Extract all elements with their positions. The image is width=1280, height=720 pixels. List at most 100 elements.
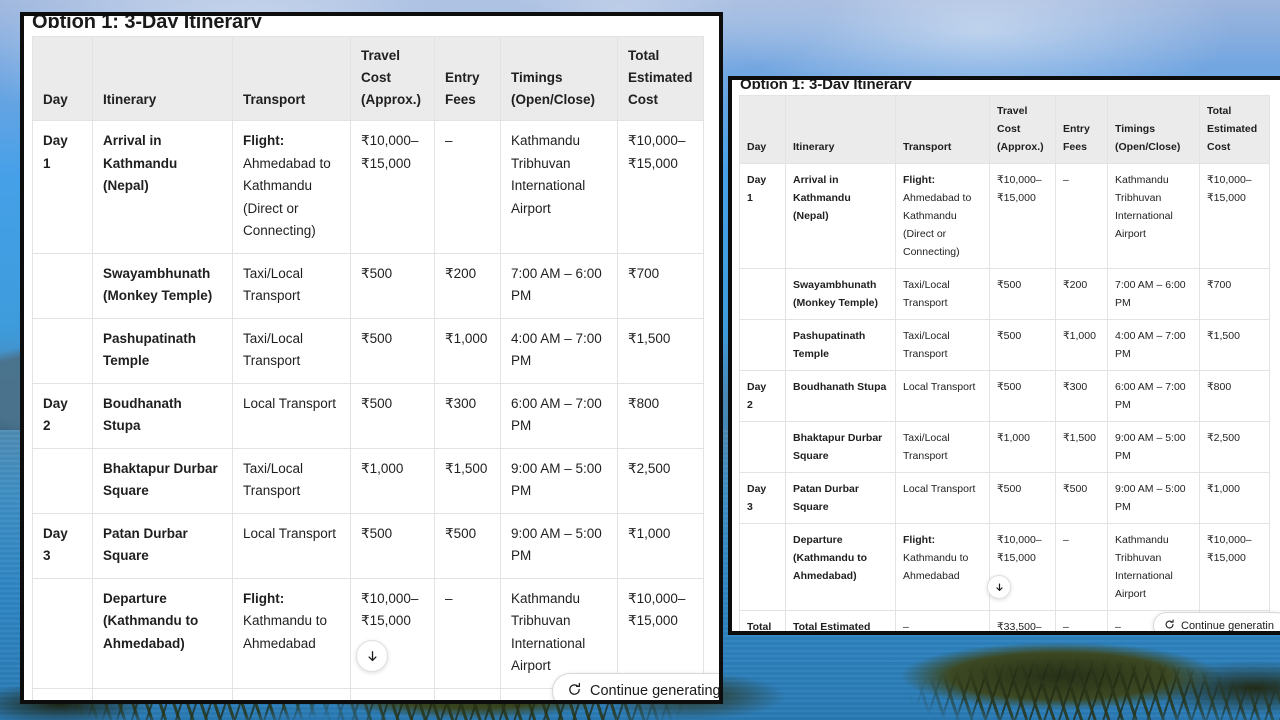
cell-transport: Local Transport — [895, 370, 990, 422]
cell-itinerary-line: Pashupatinath — [793, 330, 866, 342]
cell-entry-fees: – — [434, 687, 501, 700]
cell-entry-fees-line: ₹200 — [445, 265, 477, 281]
cell-day-line: 1 — [43, 155, 51, 171]
cell-day-line: 3 — [747, 501, 753, 513]
cell-total-cost: ₹1,000 — [617, 512, 704, 579]
cell-transport-line: Ahmedabad to — [243, 155, 331, 171]
cell-travel-cost: ₹33,500–₹42,800 — [989, 610, 1056, 631]
cell-timings-line: PM — [1115, 501, 1131, 513]
cell-transport-line: Local Transport — [903, 483, 976, 495]
cell-entry-fees-line: – — [445, 590, 453, 606]
cell-total-cost-line: ₹700 — [628, 265, 660, 281]
cell-timings: Kathmandu Tribhuvan International Airport — [500, 120, 618, 254]
itinerary-table-secondary: Day Itinerary Transport Travel Cost (App… — [739, 95, 1270, 631]
cell-timings-line: 7:00 AM – 6:00 — [511, 265, 602, 281]
cell-itinerary-line: Boudhanath Stupa — [793, 381, 887, 393]
table-row: Day 1 Arrival in Kathmandu (Nepal) Flight: Ahm… — [32, 120, 704, 254]
cell-transport-line: Taxi/Local — [903, 330, 950, 342]
table-row: Pashupatinath Temple Taxi/Local Transport ₹5… — [32, 317, 704, 384]
cell-transport-line: Transport — [903, 450, 948, 462]
cell-travel-cost: ₹500 — [350, 317, 435, 384]
cell-timings-line: PM — [1115, 348, 1131, 360]
cell-total-cost: ₹800 — [1199, 370, 1270, 422]
cell-travel-cost-line: ₹10,000– — [997, 534, 1042, 546]
column-header-travel-cost: Travel Cost (Approx.) — [989, 95, 1056, 164]
refresh-icon — [1164, 619, 1175, 632]
continue-generating-button[interactable]: Continue generating — [552, 673, 719, 700]
cell-transport: Flight: Kathmandu to Ahmedabad — [895, 523, 990, 611]
cell-travel-cost-line: ₹500 — [997, 381, 1022, 393]
cell-day-line: 3 — [43, 548, 51, 563]
cell-transport: Taxi/Local Transport — [895, 421, 990, 473]
column-header-itinerary: Itinerary — [92, 36, 233, 121]
cell-itinerary-line: Kathmandu — [103, 155, 178, 171]
cell-transport-line: Ahmedabad to — [903, 192, 972, 204]
cell-timings-line: International — [511, 635, 586, 651]
scroll-to-bottom-button-secondary[interactable] — [987, 575, 1011, 599]
cell-itinerary-line: (Nepal) — [793, 210, 829, 222]
cell-entry-fees: ₹500 — [434, 512, 501, 579]
cell-day: Day 1 — [32, 120, 93, 254]
cell-timings: Kathmandu Tribhuvan International Airport — [1107, 163, 1200, 269]
table-row: Day 3 Patan Durbar Square Local Transport ₹50… — [32, 512, 704, 579]
cell-travel-cost-line: ₹15,000 — [997, 192, 1036, 204]
cell-itinerary: Pashupatinath Temple — [92, 317, 233, 384]
cell-itinerary-line: Departure — [793, 534, 843, 546]
page-title: Option 1: 3-Day Itinerary — [32, 16, 262, 28]
cell-total-cost-line: ₹15,000 — [1207, 192, 1246, 204]
cell-timings-line: Tribhuvan — [1115, 192, 1162, 204]
refresh-icon — [567, 682, 582, 701]
cell-transport-line: Flight: — [903, 534, 936, 546]
cell-travel-cost-line: ₹10,000– — [361, 590, 419, 606]
cell-timings: 7:00 AM – 6:00 PM — [1107, 268, 1200, 320]
cell-travel-cost: ₹500 — [989, 472, 1056, 524]
cell-total-cost-line: ₹10,000– — [628, 133, 686, 148]
cell-transport-line: Flight: — [243, 133, 285, 148]
column-header-day: Day — [739, 95, 786, 164]
cell-transport: Flight: Kathmandu to Ahmedabad — [232, 577, 351, 689]
cell-itinerary-line: Temple — [793, 348, 829, 360]
cell-total-cost-line: ₹15,000 — [628, 155, 678, 171]
cell-timings: 4:00 AM – 7:00 PM — [500, 317, 618, 384]
cell-transport: Taxi/Local Transport — [895, 268, 990, 320]
cell-itinerary-line: Swayambhunath — [793, 279, 877, 291]
cell-timings-line: PM — [511, 418, 532, 433]
cell-travel-cost-line: ₹15,000 — [361, 613, 411, 628]
cell-itinerary-line: Square — [103, 548, 149, 563]
cell-itinerary-line: Square — [793, 501, 829, 513]
continue-generating-label: Continue generating — [590, 683, 719, 699]
cell-transport-line: Kathmandu to — [903, 552, 969, 564]
cell-entry-fees: – — [1055, 163, 1108, 269]
cell-itinerary-line: Kathmandu — [793, 192, 851, 204]
cell-timings-line: Tribhuvan — [1115, 552, 1162, 564]
cell-itinerary-line: Bhaktapur Durbar — [793, 432, 883, 444]
cell-timings-line: International — [511, 178, 586, 193]
cell-travel-cost-line: ₹1,000 — [361, 460, 404, 476]
cell-itinerary-line: Temple — [103, 353, 150, 368]
cell-transport: Taxi/Local Transport — [232, 447, 351, 514]
column-header-total-cost: Total Estimated Cost — [617, 36, 704, 121]
cell-entry-fees: ₹1,000 — [434, 317, 501, 384]
desktop: Option 1: 3-Day Itinerary Day Itinerary — [0, 0, 1280, 720]
scroll-to-bottom-button[interactable] — [356, 640, 388, 672]
cell-travel-cost-line: ₹500 — [997, 279, 1022, 291]
cell-travel-cost-line: ₹15,000 — [997, 552, 1036, 564]
cell-day — [32, 317, 93, 384]
table-row: Swayambhunath (Monkey Temple) Taxi/Local Tr… — [739, 268, 1270, 320]
cell-day — [32, 447, 93, 514]
continue-generating-button-secondary[interactable]: Continue generatin — [1153, 612, 1280, 631]
table-header-row: Day Itinerary Transport Travel Cost (App… — [32, 36, 704, 121]
cell-timings-line: Kathmandu — [511, 590, 581, 606]
cell-transport: Local Transport — [232, 382, 351, 449]
cell-day-line: Day — [747, 381, 767, 393]
cell-transport-line: – — [243, 698, 340, 701]
cell-entry-fees: ₹300 — [434, 382, 501, 449]
cell-day-line: Day — [43, 133, 68, 148]
cell-transport-line: Local Transport — [243, 395, 337, 411]
cell-entry-fees: ₹1,000 — [1055, 319, 1108, 371]
cell-entry-fees: – — [1055, 523, 1108, 611]
cell-total-cost: ₹800 — [617, 382, 704, 449]
cell-timings-line: PM — [1115, 297, 1131, 309]
cell-total-cost: ₹2,500 — [617, 447, 704, 514]
cell-timings-line: Tribhuvan — [511, 155, 571, 171]
